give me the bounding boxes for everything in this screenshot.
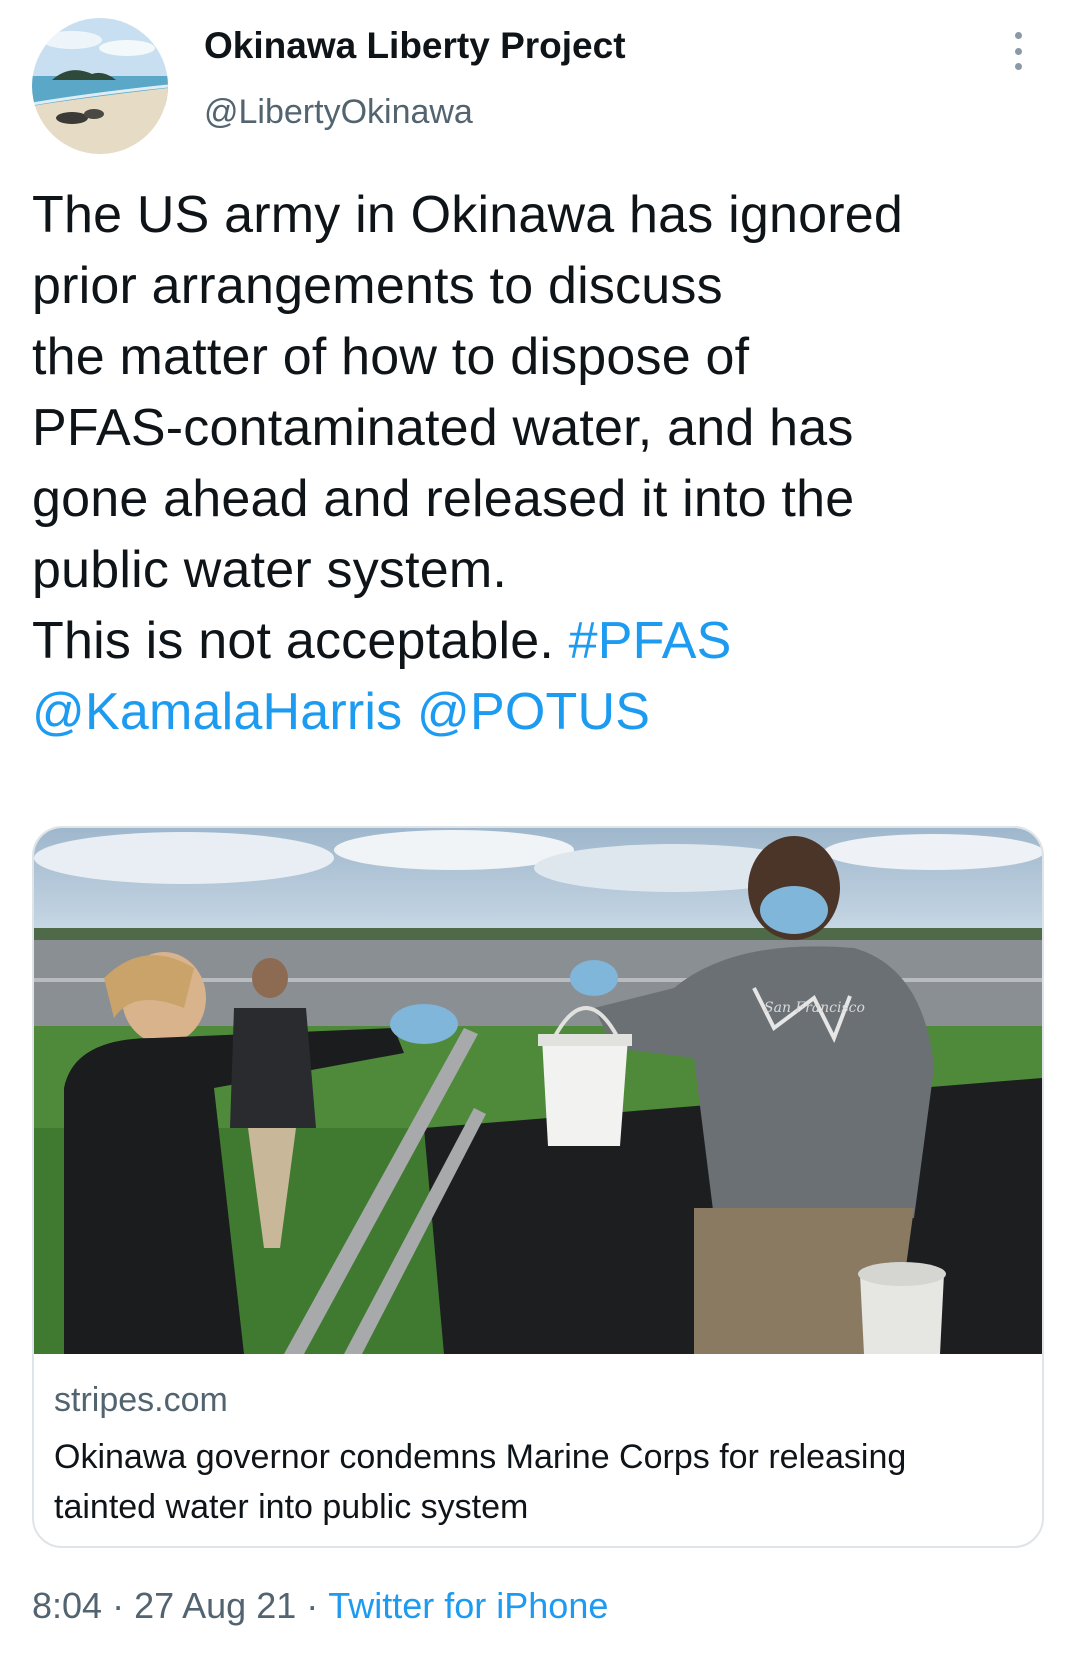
mention-link-potus[interactable]: @POTUS [417, 683, 650, 741]
news-photo-icon: San Francisco [34, 828, 1042, 1354]
tweet-text-line: public water system. [32, 541, 508, 599]
tweet-text-segment: This is not acceptable. [32, 612, 554, 670]
hoodie-print-text: San Francisco [764, 1000, 865, 1016]
card-image[interactable]: San Francisco [34, 828, 1042, 1354]
author-handle[interactable]: @LibertyOkinawa [204, 92, 473, 132]
link-preview-card[interactable]: San Francisco stripes.com Okinawa govern… [32, 826, 1044, 1548]
beach-island-avatar-icon [32, 18, 168, 154]
meta-separator: · [112, 1585, 125, 1626]
card-title: Okinawa governor condemns Marine Corps f… [54, 1438, 907, 1526]
tweet: Okinawa Liberty Project @LibertyOkinawa … [0, 0, 1080, 1664]
tweet-date[interactable]: 27 Aug 21 [134, 1585, 296, 1626]
tweet-text: The US army in Okinawa has ignored prior… [32, 180, 1042, 748]
hashtag-link[interactable]: #PFAS [569, 612, 732, 670]
more-vertical-icon [1014, 32, 1022, 39]
avatar[interactable] [32, 18, 168, 154]
meta-separator: · [306, 1585, 319, 1626]
tweet-text-line: The US army in Okinawa has ignored [32, 186, 903, 244]
tweet-text-line: prior arrangements to discuss [32, 257, 723, 315]
tweet-text-line: gone ahead and released it into the [32, 470, 855, 528]
mention-link-kamalaharris[interactable]: @KamalaHarris [32, 683, 402, 741]
more-options-button[interactable] [1000, 28, 1036, 74]
tweet-source-link[interactable]: Twitter for iPhone [328, 1585, 608, 1626]
card-domain: stripes.com [54, 1381, 228, 1419]
more-vertical-icon-dot [1014, 63, 1022, 70]
tweet-time[interactable]: 8:04 [32, 1585, 102, 1626]
tweet-text-line: This is not acceptable. #PFAS [32, 606, 1042, 677]
author-display-name[interactable]: Okinawa Liberty Project [204, 24, 626, 68]
tweet-metadata: 8:04 · 27 Aug 21 · Twitter for iPhone [32, 1584, 608, 1628]
tweet-text-line: @KamalaHarris @POTUS [32, 677, 1042, 748]
tweet-text-line: PFAS-contaminated water, and has [32, 399, 854, 457]
more-vertical-icon-dot [1014, 47, 1022, 55]
tweet-text-line: the matter of how to dispose of [32, 328, 750, 386]
